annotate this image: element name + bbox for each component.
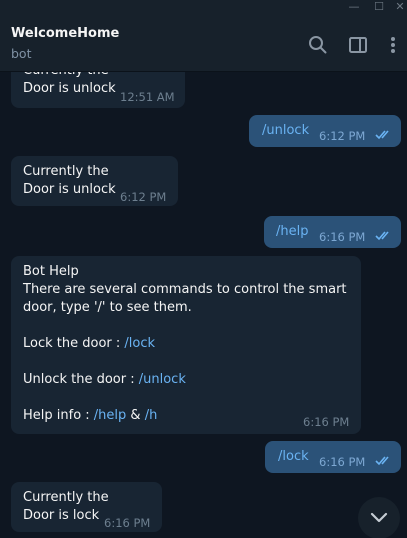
command-link[interactable]: /lock (278, 448, 309, 466)
lock-label: Lock the door : (23, 336, 125, 351)
message-incoming[interactable]: Currently the Door is lock 6:16 PM (11, 482, 162, 532)
message-outgoing[interactable]: /lock 6:16 PM (265, 441, 401, 473)
window-titlebar: — ☐ ✕ (0, 0, 407, 16)
sidebar-toggle-icon[interactable] (348, 35, 368, 55)
command-link[interactable]: /help (276, 223, 308, 241)
unlock-command-link[interactable]: /unlock (139, 372, 186, 387)
scroll-to-bottom-button[interactable] (358, 497, 400, 538)
h-command-link[interactable]: /h (145, 408, 158, 423)
message-text-line: Currently the (23, 164, 109, 179)
help-title: Bot Help (23, 264, 79, 279)
lock-command-link[interactable]: /lock (124, 336, 155, 351)
message-time: 6:16 PM (319, 230, 366, 244)
message-text-line: Currently the (23, 72, 109, 80)
chat-subtitle: bot (11, 46, 32, 61)
message-time: 6:12 PM (120, 190, 167, 204)
unlock-command-row: Unlock the door : /unlock (23, 371, 186, 389)
help-intro-line: door, type '/' to see them. (23, 300, 192, 315)
chat-header: WelcomeHome bot (0, 16, 407, 72)
read-checkmarks-icon (375, 231, 389, 241)
message-time: 6:12 PM (319, 129, 366, 143)
message-incoming[interactable]: Currently the Door is unlock 12:51 AM (11, 72, 185, 108)
message-text-line: Door is unlock (23, 182, 116, 197)
read-checkmarks-icon (375, 130, 389, 140)
message-incoming[interactable]: Bot Help There are several commands to c… (11, 256, 361, 434)
help-intro-line: There are several commands to control th… (23, 282, 347, 297)
message-text-line: Door is lock (23, 508, 100, 523)
message-text-line: Door is unlock (23, 81, 116, 96)
help-command-row: Help info : /help & /h (23, 407, 157, 425)
maximize-button[interactable]: ☐ (369, 0, 389, 16)
help-label: Help info : (23, 408, 94, 423)
lock-command-row: Lock the door : /lock (23, 335, 155, 353)
message-time: 6:16 PM (319, 455, 366, 469)
close-button[interactable]: ✕ (390, 0, 407, 16)
message-outgoing[interactable]: /unlock 6:12 PM (249, 115, 401, 147)
message-list[interactable]: Currently the Door is unlock 12:51 AM /u… (0, 72, 407, 538)
unlock-label: Unlock the door : (23, 372, 139, 387)
help-command-link[interactable]: /help (94, 408, 126, 423)
read-checkmarks-icon (375, 456, 389, 466)
message-time: 12:51 AM (120, 90, 175, 104)
message-text-line: Currently the (23, 490, 109, 505)
message-incoming[interactable]: Currently the Door is unlock 6:12 PM (11, 156, 178, 206)
chevron-down-icon (370, 512, 388, 523)
ampersand: & (126, 408, 145, 423)
message-outgoing[interactable]: /help 6:16 PM (264, 216, 401, 248)
minimize-button[interactable]: — (344, 0, 364, 16)
more-vert-icon[interactable] (383, 35, 403, 55)
message-time: 6:16 PM (303, 415, 350, 429)
search-icon[interactable] (308, 35, 328, 55)
chat-title[interactable]: WelcomeHome (11, 26, 119, 41)
command-link[interactable]: /unlock (262, 122, 309, 140)
message-time: 6:16 PM (104, 516, 151, 530)
